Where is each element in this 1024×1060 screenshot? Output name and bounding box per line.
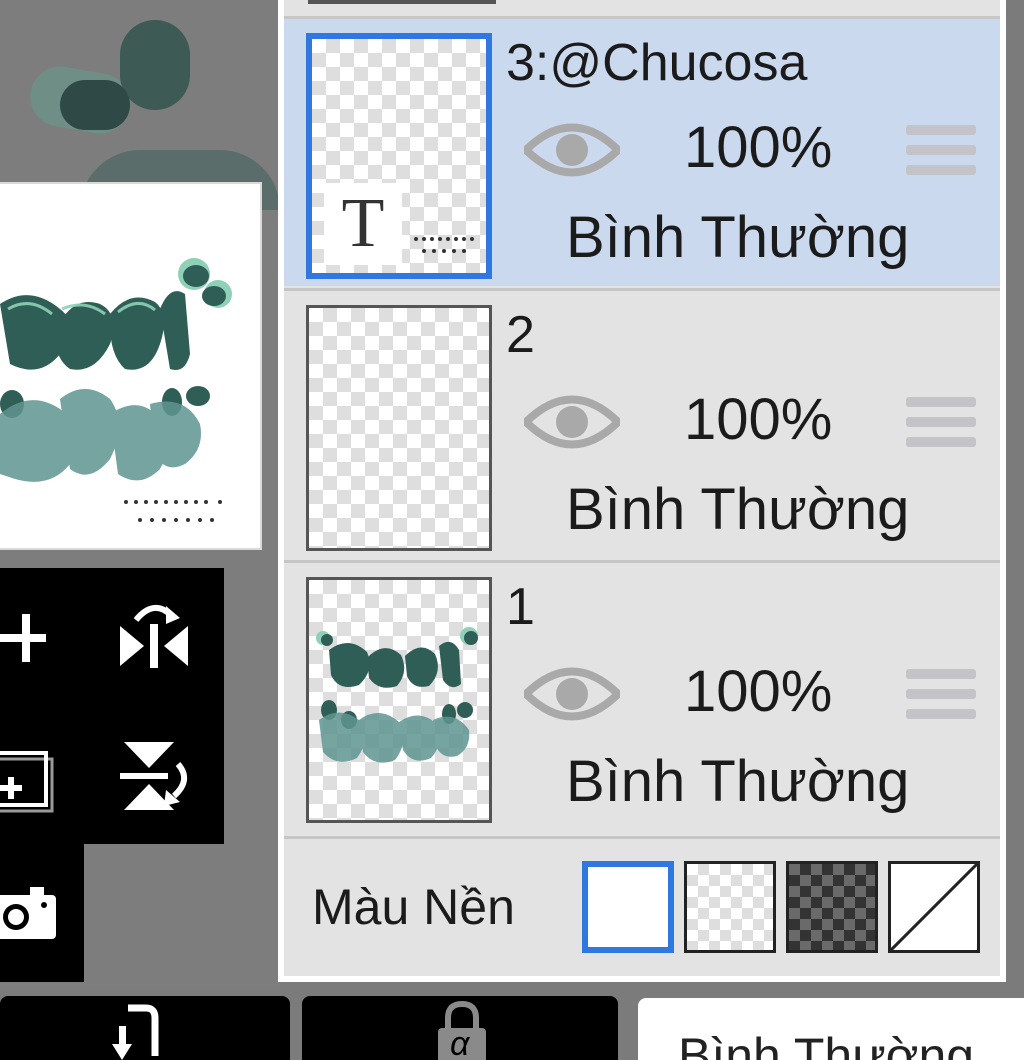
- layer-blend-mode[interactable]: Bình Thường: [566, 749, 909, 815]
- blend-mode-select-label: Bình Thường: [678, 1028, 975, 1060]
- visibility-eye-icon[interactable]: [524, 663, 620, 725]
- add-copy-layer-button[interactable]: [0, 738, 60, 818]
- clipping-arrow-icon: [112, 1004, 159, 1060]
- no-background-icon: [889, 862, 979, 952]
- layer-opacity[interactable]: 100%: [684, 387, 832, 453]
- text-layer-badge: T: [324, 183, 402, 265]
- visibility-eye-icon[interactable]: [524, 119, 620, 181]
- drag-handle-icon[interactable]: [906, 669, 976, 731]
- layer-opacity[interactable]: 100%: [684, 659, 832, 725]
- layer-content-preview: [414, 237, 474, 253]
- layer-thumbnail[interactable]: T: [306, 33, 492, 279]
- artwork-image: [0, 258, 232, 522]
- layer-opacity[interactable]: 100%: [684, 115, 832, 181]
- drag-handle-icon[interactable]: [906, 125, 976, 187]
- background-art: [60, 80, 130, 130]
- canvas-preview[interactable]: [0, 182, 262, 550]
- layer-thumbnail[interactable]: [306, 305, 492, 551]
- background-dark-checker-swatch[interactable]: [786, 861, 878, 953]
- background-light-checker-swatch[interactable]: [684, 861, 776, 953]
- background-color-row: Màu Nền: [284, 836, 1000, 976]
- layer-name: 2: [506, 306, 535, 364]
- alpha-lock-label: α: [450, 1025, 470, 1060]
- visibility-eye-icon[interactable]: [524, 391, 620, 453]
- camera-button[interactable]: [0, 864, 70, 964]
- layer-row-2[interactable]: 2 100% Bình Thường: [284, 288, 1000, 558]
- flip-horizontal-button[interactable]: [112, 594, 196, 678]
- flip-vertical-icon: [120, 742, 187, 810]
- layer-row-3[interactable]: T 3:@Chucosa 100% Bình Thường: [284, 16, 1000, 286]
- camera-icon: [0, 887, 56, 939]
- layer-name: 1: [506, 578, 535, 636]
- blend-mode-select[interactable]: Bình Thường: [638, 998, 1024, 1060]
- plus-icon: [0, 614, 46, 662]
- alpha-lock-button[interactable]: α: [302, 996, 618, 1060]
- layer-artwork-thumbnail: [316, 627, 478, 763]
- previous-layer-edge: [308, 0, 496, 4]
- background-art: [120, 20, 190, 110]
- add-layer-button[interactable]: [0, 598, 60, 678]
- clipping-button[interactable]: [0, 996, 290, 1060]
- layer-thumbnail[interactable]: [306, 577, 492, 823]
- flip-vertical-button[interactable]: [112, 734, 196, 818]
- background-white-swatch[interactable]: [582, 861, 674, 953]
- layer-blend-mode[interactable]: Bình Thường: [566, 477, 909, 543]
- drag-handle-icon[interactable]: [906, 397, 976, 459]
- copy-layer-icon: [0, 751, 54, 813]
- layer-row-1[interactable]: 1 100% Bình Thường: [284, 560, 1000, 830]
- layer-name: 3:@Chucosa: [506, 34, 808, 92]
- background-none-swatch[interactable]: [888, 861, 980, 953]
- layer-tools-panel: [0, 568, 224, 844]
- background-color-label: Màu Nền: [312, 879, 515, 935]
- layers-panel: T 3:@Chucosa 100% Bình Thường 2 100% Bìn…: [278, 0, 1006, 982]
- layer-blend-mode[interactable]: Bình Thường: [566, 205, 909, 271]
- camera-panel: [0, 844, 84, 982]
- flip-horizontal-icon: [120, 605, 188, 668]
